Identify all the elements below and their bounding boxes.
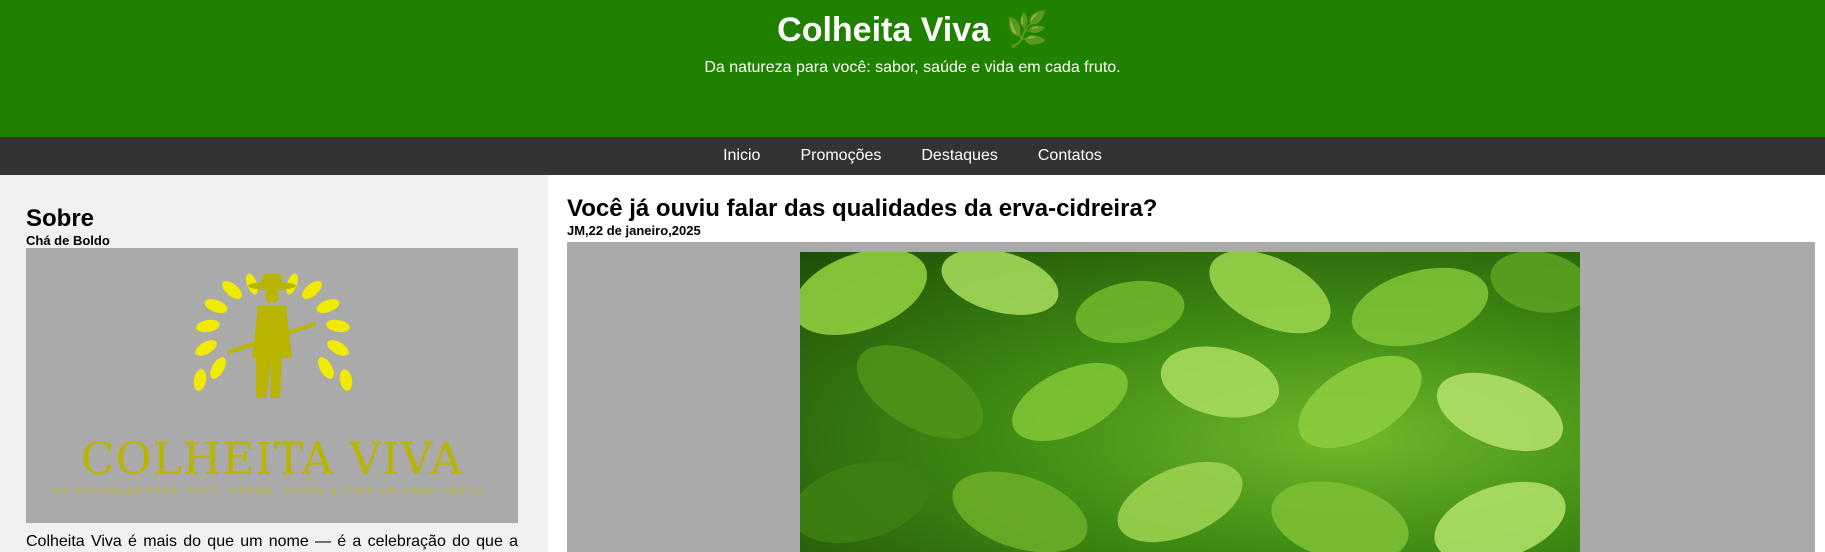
nav-link-destaques[interactable]: Destaques [921, 146, 998, 166]
site-title-text: Colheita Viva [777, 11, 991, 49]
nav-link-contatos[interactable]: Contatos [1038, 146, 1102, 166]
sidebar-about-text: Colheita Viva é mais do que um nome — é … [26, 533, 518, 550]
brand-logo-image: COLHEITA VIVA Da natureza para você: sab… [26, 248, 518, 523]
lemon-balm-photo [800, 252, 1580, 552]
site-title: Colheita Viva 🌿 [0, 10, 1825, 50]
post-image-frame [567, 242, 1815, 552]
main-navigation: Inicio Promoções Destaques Contatos [0, 137, 1825, 175]
sidebar: Sobre Chá de Boldo COLHEITA VIVA DA NATU… [0, 175, 548, 552]
post-title: Você já ouviu falar das qualidades da er… [567, 195, 1158, 222]
site-tagline: Da natureza para você: sabor, saúde e vi… [704, 59, 1121, 76]
nav-link-promocoes[interactable]: Promoções [800, 146, 881, 166]
leaf-icon: 🌿 [1005, 11, 1048, 49]
lemon-balm-leaves-image [800, 252, 1580, 552]
sidebar-title: Sobre [26, 205, 95, 232]
nav-link-inicio[interactable]: Inicio [723, 146, 760, 166]
post-meta: JM,22 de janeiro,2025 [567, 223, 701, 238]
logo-slogan: Da natureza para você: sabor, saúde e vi… [53, 486, 491, 495]
logo-wordmark: COLHEITA VIVA [80, 434, 464, 485]
main-content: Você já ouviu falar das qualidades da er… [548, 175, 1825, 552]
site-header: Colheita Viva 🌿 Da natureza para você: s… [0, 0, 1825, 137]
sidebar-subtitle: Chá de Boldo [26, 233, 110, 248]
